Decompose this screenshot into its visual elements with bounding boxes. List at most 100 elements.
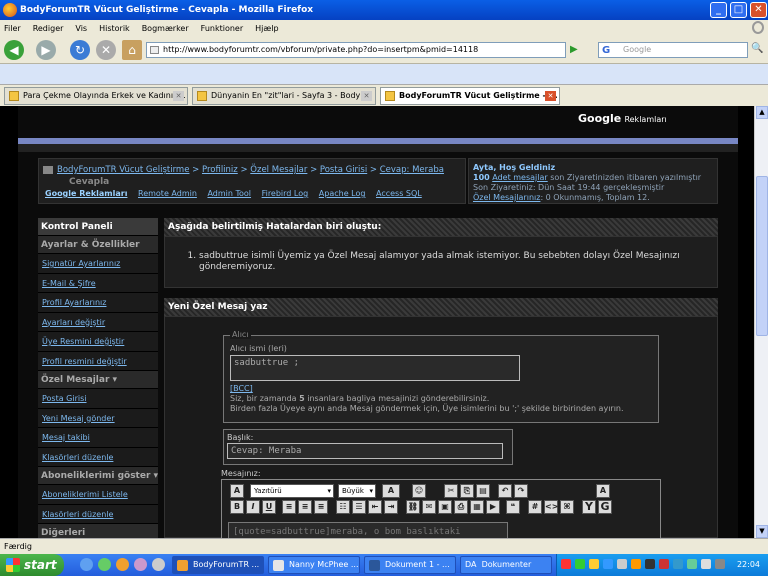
align-right-icon[interactable]: ≡ <box>314 500 328 514</box>
maximize-button[interactable]: □ <box>730 2 747 18</box>
recipient-input[interactable]: sadbuttrue ; <box>230 355 520 381</box>
breadcrumb-profile[interactable]: Profiliniz <box>202 165 238 175</box>
quicklaunch-media-icon[interactable] <box>134 558 147 571</box>
sidebar-section-subscriptions[interactable]: Aboneliklerimi göster ▾ <box>38 467 158 485</box>
tab-close-icon[interactable]: ✕ <box>361 91 372 101</box>
taskbar-firefox[interactable]: BodyForumTR ... <box>172 556 264 574</box>
sidebar-item-signature[interactable]: Signatür Ayarlarınız <box>38 254 158 274</box>
close-button[interactable]: ✕ <box>750 2 767 18</box>
sidebar-item-change-avatar[interactable]: Üye Resmini değiştir <box>38 332 158 352</box>
insert-image-icon[interactable]: ▦ <box>470 500 484 514</box>
tray-volume-icon[interactable] <box>701 559 711 569</box>
go-arrow-icon[interactable]: ▶ <box>570 42 590 58</box>
google-video-icon[interactable]: G <box>598 500 612 514</box>
font-select[interactable]: Yazıtürü <box>250 484 334 498</box>
text-color-icon[interactable]: A <box>382 484 400 498</box>
link-apache-log[interactable]: Apache Log <box>319 189 366 198</box>
menu-edit[interactable]: Rediger <box>33 24 64 33</box>
tray-skype-icon[interactable] <box>673 559 683 569</box>
video-icon[interactable]: ▶ <box>486 500 500 514</box>
sidebar-item-profile-settings[interactable]: Profil Ayarlarınız <box>38 293 158 313</box>
private-messages-link[interactable]: Özel Mesajlarınız <box>473 193 540 202</box>
tab-1[interactable]: Para Çekme Olayında Erkek ve Kadının... ✕ <box>4 87 188 105</box>
code-icon[interactable]: <> <box>544 500 558 514</box>
quicklaunch-messenger-icon[interactable] <box>98 558 111 571</box>
undo-icon[interactable]: ↶ <box>498 484 512 498</box>
redo-icon[interactable]: ↷ <box>514 484 528 498</box>
back-arrow-icon[interactable]: ◀ <box>4 40 24 60</box>
breadcrumb-inbox[interactable]: Posta Girisi <box>320 165 367 175</box>
php-icon[interactable]: ⌘ <box>560 500 574 514</box>
indent-icon[interactable]: ⇥ <box>384 500 398 514</box>
youtube-icon[interactable]: Y <box>582 500 596 514</box>
link-admin-tool[interactable]: Admin Tool <box>207 189 251 198</box>
link-firebird-log[interactable]: Firebird Log <box>262 189 309 198</box>
tab-close-icon[interactable]: ✕ <box>545 91 556 101</box>
home-icon[interactable]: ⌂ <box>122 40 142 60</box>
minimize-button[interactable]: _ <box>710 2 727 18</box>
unordered-list-icon[interactable]: ☰ <box>352 500 366 514</box>
italic-button[interactable]: I <box>246 500 260 514</box>
size-select[interactable]: Büyük <box>338 484 376 498</box>
search-icon[interactable]: 🔍 <box>751 43 763 54</box>
sidebar-item-message-tracking[interactable]: Mesaj takibi <box>38 428 158 448</box>
tray-display-icon[interactable] <box>645 559 655 569</box>
tab-close-icon[interactable]: ✕ <box>173 91 184 101</box>
cut-icon[interactable]: ✂ <box>444 484 458 498</box>
sidebar-item-new-message[interactable]: Yeni Mesaj gönder <box>38 408 158 428</box>
breadcrumb-message[interactable]: Cevap: Meraba <box>380 165 444 175</box>
stop-icon[interactable]: ✕ <box>96 40 116 60</box>
tray-antivirus-icon[interactable] <box>561 559 571 569</box>
image-icon[interactable]: ▣ <box>438 500 452 514</box>
google-ads-logo[interactable]: Google Reklamları <box>578 112 667 125</box>
page-scrollbar[interactable]: ▲ ▼ <box>754 106 768 538</box>
search-input[interactable]: G Google <box>598 42 748 58</box>
tab-2[interactable]: Dünyanin En "zit"lari - Sayfa 3 - BodyF.… <box>192 87 376 105</box>
sidebar-item-inbox[interactable]: Posta Girisi <box>38 389 158 409</box>
quicklaunch-desktop-icon[interactable] <box>152 558 165 571</box>
sidebar-item-edit-folders[interactable]: Klasörleri düzenle <box>38 447 158 467</box>
menu-help[interactable]: Hjælp <box>255 24 278 33</box>
menu-file[interactable]: Filer <box>4 24 21 33</box>
paste-icon[interactable]: ▤ <box>476 484 490 498</box>
url-input[interactable]: http://www.bodyforumtr.com/vbforum/priva… <box>146 42 566 58</box>
scroll-down-icon[interactable]: ▼ <box>756 525 768 538</box>
format-icon[interactable]: A <box>230 484 244 498</box>
tray-sync-icon[interactable] <box>687 559 697 569</box>
taskbar-word-document[interactable]: Dokument 1 - ... <box>364 556 456 574</box>
taskbar-nanny-mcphee[interactable]: Nanny McPhee ... <box>268 556 360 574</box>
sidebar-item-change-profile-picture[interactable]: Profil resmini değiştir <box>38 351 158 371</box>
forward-arrow-icon[interactable]: ▶ <box>36 40 56 60</box>
tab-3-active[interactable]: BodyForumTR Vücut Geliştirme - ... ✕ <box>380 87 560 105</box>
tray-power-icon[interactable] <box>715 559 725 569</box>
ordered-list-icon[interactable]: ☷ <box>336 500 350 514</box>
switch-mode-icon[interactable]: A <box>596 484 610 498</box>
bcc-link[interactable]: [BCC] <box>230 384 253 393</box>
align-left-icon[interactable]: ≡ <box>282 500 296 514</box>
subject-input[interactable]: Cevap: Meraba <box>227 443 503 459</box>
tray-update-icon[interactable] <box>589 559 599 569</box>
menu-bookmarks[interactable]: Bogmærker <box>142 24 189 33</box>
quote-icon[interactable]: ❝ <box>506 500 520 514</box>
new-posts-link[interactable]: Adet mesajlar <box>492 173 547 182</box>
reload-icon[interactable]: ↻ <box>70 40 90 60</box>
quicklaunch-firefox-icon[interactable] <box>116 558 129 571</box>
link-google-ads[interactable]: Google Reklamları <box>45 189 127 198</box>
tray-media-icon[interactable] <box>631 559 641 569</box>
smiley-icon[interactable]: ☺ <box>412 484 426 498</box>
menu-tools[interactable]: Funktioner <box>201 24 243 33</box>
sidebar-section-private-messages[interactable]: Özel Mesajlar ▾ <box>38 371 158 389</box>
scroll-thumb[interactable] <box>756 176 768 336</box>
hash-icon[interactable]: # <box>528 500 542 514</box>
link-icon[interactable]: ⛓ <box>406 500 420 514</box>
bold-button[interactable]: B <box>230 500 244 514</box>
align-center-icon[interactable]: ≡ <box>298 500 312 514</box>
quicklaunch-ie-icon[interactable] <box>80 558 93 571</box>
copy-icon[interactable]: ⎘ <box>460 484 474 498</box>
tray-network-icon[interactable] <box>617 559 627 569</box>
sidebar-item-change-settings[interactable]: Ayarları değiştir <box>38 312 158 332</box>
link-remote-admin[interactable]: Remote Admin <box>138 189 197 198</box>
tray-bluetooth-icon[interactable] <box>603 559 613 569</box>
tray-security-icon[interactable] <box>659 559 669 569</box>
breadcrumb-private-messages[interactable]: Özel Mesajlar <box>250 165 307 175</box>
